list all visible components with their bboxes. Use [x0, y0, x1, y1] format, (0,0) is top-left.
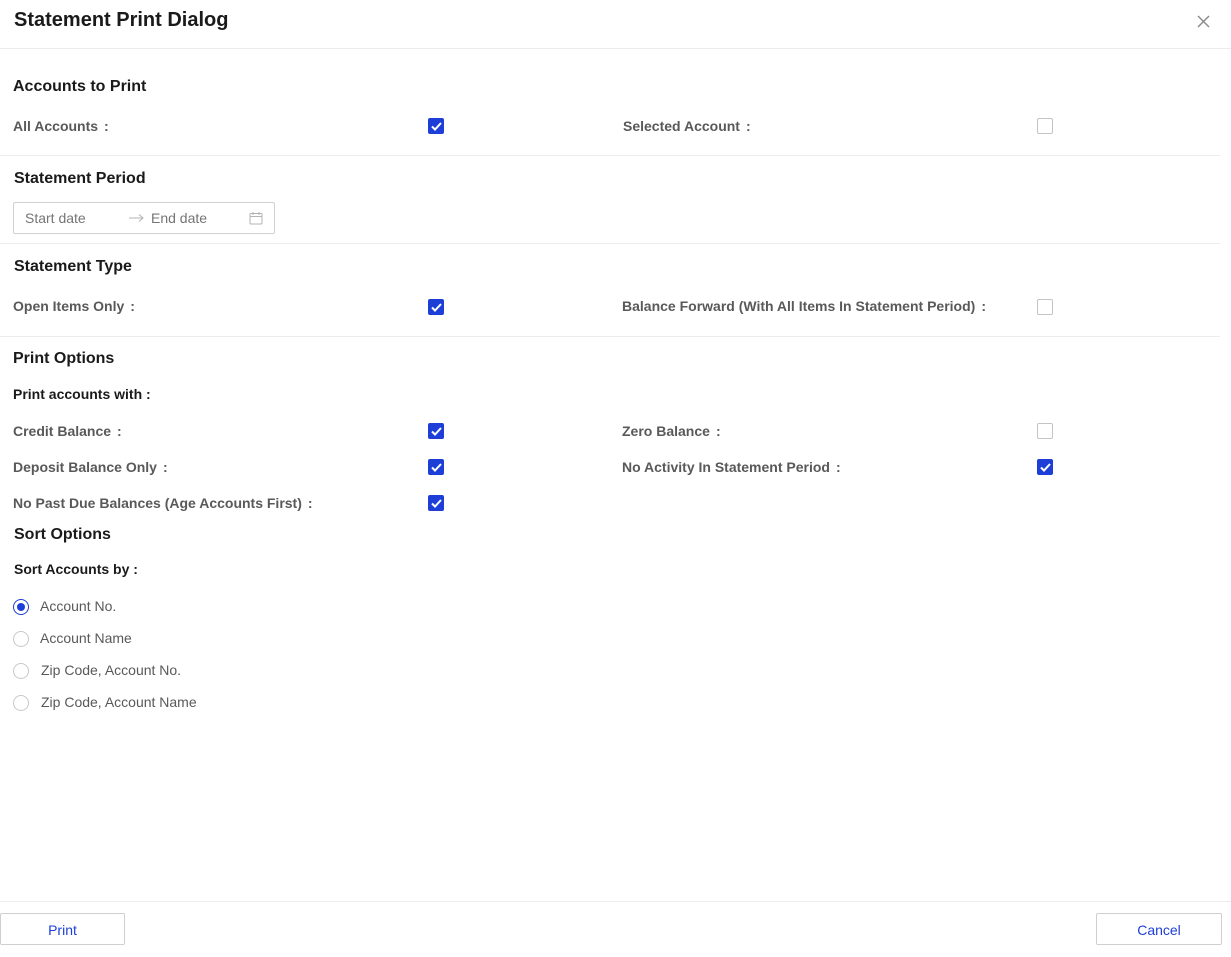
calendar-icon	[249, 212, 263, 225]
all-accounts-label-text: All Accounts	[13, 118, 99, 134]
check-icon	[431, 427, 442, 436]
print-button[interactable]: Print	[0, 913, 125, 945]
section-title-statement-period: Statement Period	[14, 170, 146, 187]
no-activity-label: No Activity In Statement Period:	[622, 459, 841, 475]
radio-button[interactable]	[13, 599, 29, 615]
dialog-footer: Print Cancel	[0, 901, 1231, 957]
section-divider	[0, 155, 1220, 156]
radio-button[interactable]	[13, 695, 29, 711]
deposit-balance-only-checkbox[interactable]	[428, 459, 444, 475]
sort-accounts-by-label: Sort Accounts by :	[14, 561, 138, 577]
statement-period-range-picker[interactable]	[13, 202, 275, 234]
statement-print-dialog: Statement Print Dialog Accounts to Print…	[0, 0, 1231, 957]
zero-balance-label-text: Zero Balance	[622, 423, 710, 439]
colon: :	[104, 118, 109, 134]
open-items-only-checkbox[interactable]	[428, 299, 444, 315]
section-title-accounts-to-print: Accounts to Print	[13, 78, 147, 95]
open-items-only-label: Open Items Only:	[13, 298, 135, 314]
selected-account-label-text: Selected Account	[623, 118, 740, 134]
no-activity-label-text: No Activity In Statement Period	[622, 459, 830, 475]
no-past-due-label: No Past Due Balances (Age Accounts First…	[13, 495, 313, 511]
colon: :	[162, 459, 168, 475]
no-past-due-label-text: No Past Due Balances (Age Accounts First…	[13, 495, 302, 511]
radio-button[interactable]	[13, 631, 29, 647]
deposit-balance-only-label-text: Deposit Balance Only	[13, 459, 157, 475]
open-items-only-label-text: Open Items Only	[13, 298, 125, 314]
balance-forward-checkbox[interactable]	[1037, 299, 1053, 315]
all-accounts-checkbox[interactable]	[428, 118, 444, 134]
check-icon	[431, 463, 442, 472]
section-title-statement-type: Statement Type	[14, 258, 132, 275]
colon: :	[715, 423, 721, 439]
colon: :	[745, 118, 751, 134]
colon: :	[835, 459, 841, 475]
credit-balance-label: Credit Balance:	[13, 423, 122, 439]
zero-balance-label: Zero Balance:	[622, 423, 721, 439]
colon: :	[307, 495, 313, 511]
colon: :	[117, 423, 122, 439]
section-divider	[0, 243, 1220, 244]
selected-account-label: Selected Account:	[623, 118, 751, 134]
radio-button[interactable]	[13, 663, 29, 679]
selected-account-checkbox[interactable]	[1037, 118, 1053, 134]
cancel-button[interactable]: Cancel	[1096, 913, 1222, 945]
close-icon[interactable]	[1194, 12, 1214, 32]
balance-forward-label: Balance Forward (With All Items In State…	[622, 298, 986, 314]
sort-option-label: Zip Code, Account Name	[41, 694, 197, 710]
credit-balance-label-text: Credit Balance	[13, 423, 112, 439]
deposit-balance-only-label: Deposit Balance Only:	[13, 459, 168, 475]
section-divider	[0, 336, 1220, 337]
start-date-input[interactable]	[25, 210, 120, 226]
dialog-header: Statement Print Dialog	[0, 0, 1231, 49]
check-icon	[431, 499, 442, 508]
end-date-input[interactable]	[151, 210, 246, 226]
no-past-due-checkbox[interactable]	[428, 495, 444, 511]
print-accounts-with-label: Print accounts with :	[13, 386, 151, 402]
section-title-sort-options: Sort Options	[14, 526, 111, 543]
no-activity-checkbox[interactable]	[1037, 459, 1053, 475]
zero-balance-checkbox[interactable]	[1037, 423, 1053, 439]
check-icon	[1040, 463, 1051, 472]
check-icon	[431, 303, 442, 312]
dialog-title: Statement Print Dialog	[14, 9, 229, 31]
sort-option-label: Account Name	[40, 630, 132, 646]
colon: :	[981, 298, 986, 314]
arrow-right-icon	[129, 214, 144, 222]
sort-option-label: Account No.	[40, 598, 117, 614]
balance-forward-label-text: Balance Forward (With All Items In State…	[622, 298, 976, 314]
colon: :	[130, 298, 135, 314]
all-accounts-label: All Accounts:	[13, 118, 109, 134]
credit-balance-checkbox[interactable]	[428, 423, 444, 439]
sort-option-label: Zip Code, Account No.	[41, 662, 182, 678]
check-icon	[431, 122, 442, 131]
section-title-print-options: Print Options	[13, 350, 115, 367]
